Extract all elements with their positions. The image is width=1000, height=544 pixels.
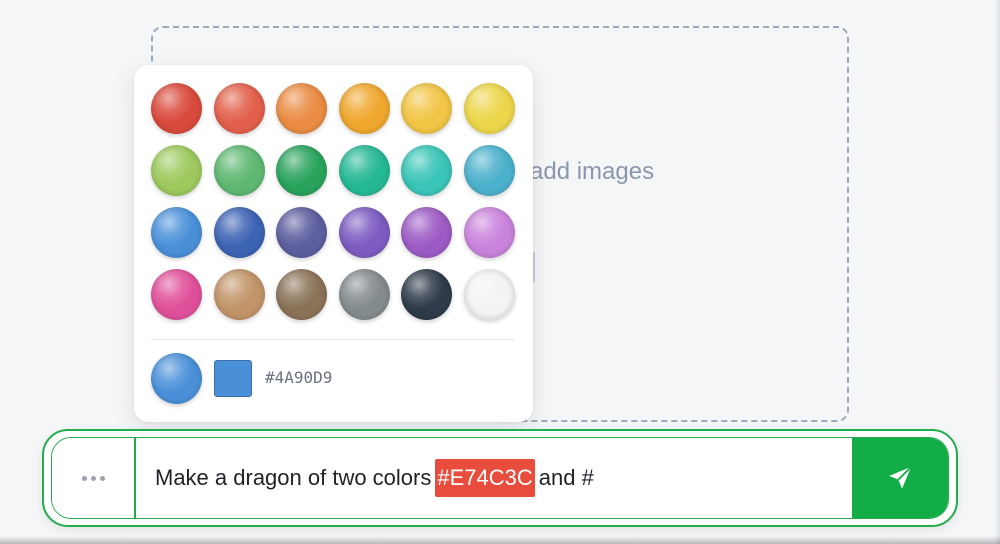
color-token-highlight: #E74C3C <box>435 459 535 497</box>
swatch-yellow-green[interactable] <box>151 145 202 196</box>
swatch-emerald[interactable] <box>276 145 327 196</box>
swatch-grid <box>151 83 515 320</box>
swatch-orange[interactable] <box>276 83 327 134</box>
prompt-bar: Make a dragon of two colors #E74C3C and … <box>42 429 958 527</box>
swatch-green[interactable] <box>213 145 265 196</box>
swatch-orchid[interactable] <box>463 207 515 258</box>
swatch-red[interactable] <box>151 83 202 134</box>
send-icon <box>889 466 912 489</box>
swatch-purple[interactable] <box>401 207 452 258</box>
window-edge <box>994 0 1000 544</box>
swatch-tan[interactable] <box>213 269 265 320</box>
swatch-indigo[interactable] <box>213 207 265 258</box>
selected-color-preview <box>151 353 202 404</box>
swatch-teal[interactable] <box>401 145 452 196</box>
prompt-text-after: and # <box>538 465 594 490</box>
swatch-brown[interactable] <box>276 269 327 320</box>
swatch-pink[interactable] <box>151 269 202 320</box>
window-bottom-edge <box>0 536 1000 544</box>
prompt-bar-inner: Make a dragon of two colors #E74C3C and … <box>51 437 949 519</box>
swatch-slate-purple[interactable] <box>276 207 327 258</box>
swatch-charcoal[interactable] <box>401 269 452 320</box>
color-picker-popover: #4A90D9 <box>134 65 533 422</box>
prompt-text-before: Make a dragon of two colors <box>155 465 432 490</box>
swatch-blue[interactable] <box>151 207 202 258</box>
swatch-amber[interactable] <box>338 83 390 134</box>
color-input-square[interactable] <box>214 360 252 397</box>
prompt-input[interactable]: Make a dragon of two colors #E74C3C and … <box>136 438 852 518</box>
swatch-violet[interactable] <box>338 207 390 258</box>
swatch-gray[interactable] <box>338 269 390 320</box>
hex-value: #4A90D9 <box>265 368 333 387</box>
swatch-turquoise[interactable] <box>338 145 390 196</box>
swatch-vermilion[interactable] <box>213 83 265 134</box>
swatch-white[interactable] <box>463 269 515 320</box>
swatch-sky[interactable] <box>463 145 515 196</box>
send-button[interactable] <box>852 438 948 518</box>
picker-divider <box>151 339 515 340</box>
more-options-button[interactable] <box>52 438 136 518</box>
swatch-gold[interactable] <box>401 83 452 134</box>
swatch-yellow[interactable] <box>463 83 515 134</box>
ellipsis-icon <box>81 475 105 481</box>
